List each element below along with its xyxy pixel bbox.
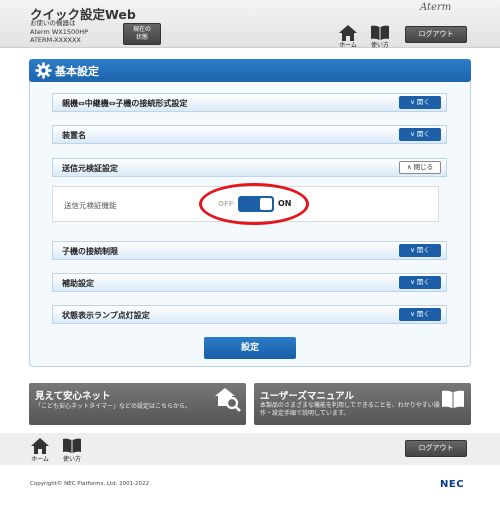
gear-icon bbox=[35, 62, 52, 79]
safety-card-title: 見えて安心ネット bbox=[35, 391, 111, 402]
apply-button[interactable]: 設定 bbox=[204, 337, 296, 359]
open-button[interactable]: ∨ 開く bbox=[399, 244, 441, 257]
chevron-down-icon: ∨ bbox=[410, 130, 415, 138]
section-label: 装置名 bbox=[62, 131, 86, 140]
open-book-icon bbox=[442, 390, 464, 408]
header-manual-label[interactable]: 使い方 bbox=[365, 40, 395, 49]
copyright: Copyright© NEC Platforms, Ltd. 2001-2022 bbox=[30, 481, 150, 487]
safety-card-desc: 「こども安心ネットタイマー」などの設定はこちらから。 bbox=[35, 403, 192, 410]
status-button-line1: 現在の bbox=[132, 26, 151, 33]
header-logout-button[interactable]: ログアウト bbox=[405, 26, 467, 43]
house-search-icon bbox=[215, 388, 241, 412]
chevron-up-icon: ∧ bbox=[406, 163, 412, 171]
source-check-label: 送信元検証機能 bbox=[64, 201, 117, 210]
section-client-restriction[interactable]: 子機の接続制限 ∨ 開く bbox=[52, 241, 447, 260]
section-device-name[interactable]: 装置名 ∨ 開く bbox=[52, 125, 447, 144]
nec-logo: NEC bbox=[440, 479, 465, 490]
home-icon[interactable] bbox=[339, 25, 357, 41]
status-button-line2: 状態 bbox=[135, 34, 148, 41]
section-lamp[interactable]: 状態表示ランプ点灯設定 ∨ 開く bbox=[52, 305, 447, 324]
safety-net-card[interactable]: 見えて安心ネット 「こども安心ネットタイマー」などの設定はこちらから。 bbox=[29, 383, 246, 425]
user-manual-card[interactable]: ユーザーズマニュアル 本製品のさまざまな機能を利用してできることを、わかりやすい… bbox=[254, 383, 471, 425]
open-button[interactable]: ∨ 開く bbox=[399, 96, 441, 109]
home-icon[interactable] bbox=[31, 438, 49, 454]
aterm-logo: Aterm bbox=[420, 2, 452, 13]
section-label: 子機の接続制限 bbox=[62, 247, 118, 256]
current-status-button[interactable]: 現在の 状態 bbox=[123, 23, 161, 45]
chevron-down-icon: ∨ bbox=[410, 278, 415, 286]
section-label: 補助設定 bbox=[62, 279, 94, 288]
footer-logout-button[interactable]: ログアウト bbox=[405, 440, 467, 457]
footer-manual-label[interactable]: 使い方 bbox=[57, 454, 87, 463]
device-prefix: お使いの機器は bbox=[30, 19, 76, 27]
open-button[interactable]: ∨ 開く bbox=[399, 308, 441, 321]
section-auxiliary[interactable]: 補助設定 ∨ 開く bbox=[52, 273, 447, 292]
manual-card-title: ユーザーズマニュアル bbox=[260, 391, 355, 402]
device-name: ATERM-XXXXXX bbox=[30, 36, 81, 44]
open-button[interactable]: ∨ 開く bbox=[399, 276, 441, 289]
open-button[interactable]: ∨ 開く bbox=[399, 128, 441, 141]
manual-card-desc-2: 作・設定手順で説明しています。 bbox=[260, 410, 350, 417]
book-icon[interactable] bbox=[62, 438, 82, 453]
highlight-circle bbox=[199, 183, 309, 225]
chevron-down-icon: ∨ bbox=[410, 98, 415, 106]
section-label: 送信元検証設定 bbox=[62, 164, 118, 173]
footer-home-label[interactable]: ホーム bbox=[25, 454, 55, 463]
chevron-down-icon: ∨ bbox=[410, 246, 415, 254]
section-label: 親機⇔中継機⇔子機の接続形式設定 bbox=[62, 99, 188, 108]
section-label: 状態表示ランプ点灯設定 bbox=[62, 311, 150, 320]
device-model: Aterm WX1500HP bbox=[30, 28, 89, 36]
section-connection-mode[interactable]: 親機⇔中継機⇔子機の接続形式設定 ∨ 開く bbox=[52, 93, 447, 112]
chevron-down-icon: ∨ bbox=[410, 310, 415, 318]
section-source-check[interactable]: 送信元検証設定 ∧ 閉じる bbox=[52, 158, 447, 177]
close-button[interactable]: ∧ 閉じる bbox=[399, 161, 441, 174]
header-home-label[interactable]: ホーム bbox=[333, 40, 363, 49]
panel-title: 基本設定 bbox=[55, 65, 99, 78]
book-icon[interactable] bbox=[370, 25, 390, 40]
manual-card-desc-1: 本製品のさまざまな機能を利用してできることを、わかりやすい操 bbox=[260, 402, 440, 409]
